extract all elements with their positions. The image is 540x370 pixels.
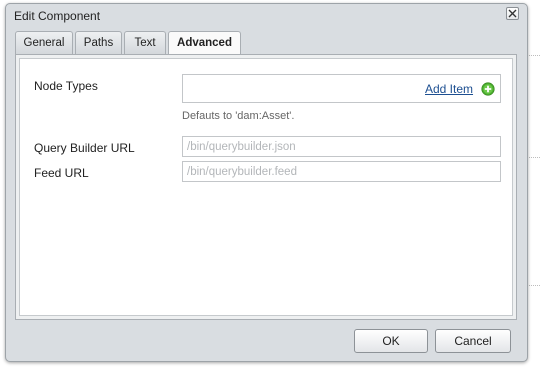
- advanced-panel: Node Types Add Item Defauts to 'dam:Asse…: [19, 58, 513, 316]
- query-builder-url-input[interactable]: [182, 136, 501, 157]
- feed-url-label: Feed URL: [34, 166, 89, 180]
- node-types-label: Node Types: [34, 79, 98, 93]
- dialog-title: Edit Component: [14, 9, 101, 23]
- background-divider: [526, 285, 540, 286]
- edit-component-dialog: Edit Component General Paths Text Advanc…: [5, 3, 528, 362]
- background-divider: [526, 157, 540, 158]
- close-icon: [508, 9, 517, 18]
- cancel-button[interactable]: Cancel: [435, 329, 511, 353]
- ok-button[interactable]: OK: [354, 329, 428, 353]
- feed-url-input[interactable]: [182, 161, 501, 182]
- background-divider: [526, 55, 540, 56]
- tab-paths[interactable]: Paths: [75, 31, 122, 55]
- page: Edit Component General Paths Text Advanc…: [0, 0, 540, 370]
- close-button[interactable]: [506, 7, 519, 20]
- node-types-hint: Defauts to 'dam:Asset'.: [182, 110, 295, 122]
- tab-strip: General Paths Text Advanced: [15, 31, 515, 56]
- tab-general[interactable]: General: [15, 31, 73, 55]
- tab-advanced[interactable]: Advanced: [168, 31, 241, 56]
- tab-text[interactable]: Text: [124, 31, 166, 55]
- plus-circle-icon[interactable]: [481, 82, 495, 96]
- add-item-link[interactable]: Add Item: [425, 82, 473, 96]
- node-types-multifield: Add Item: [182, 74, 501, 103]
- query-builder-url-label: Query Builder URL: [34, 141, 135, 155]
- tab-panel: Node Types Add Item Defauts to 'dam:Asse…: [15, 54, 517, 320]
